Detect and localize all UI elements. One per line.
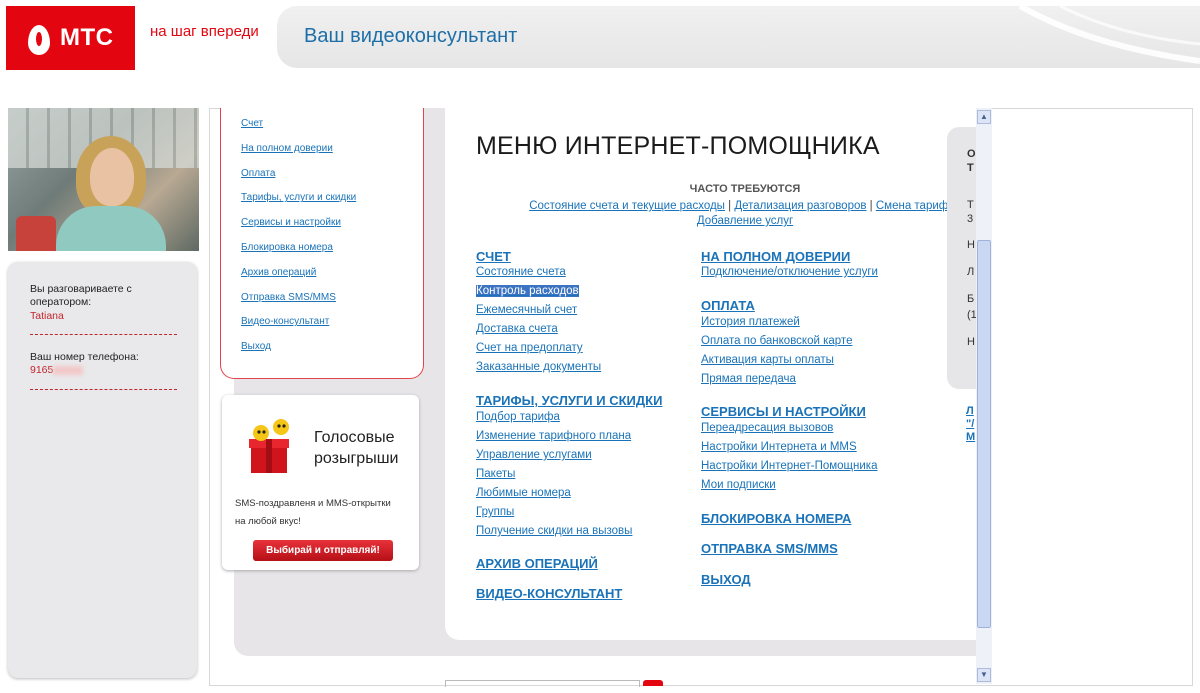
quick-link-details[interactable]: Детализация разговоров xyxy=(734,200,866,212)
menu-item[interactable]: Изменение тарифного плана xyxy=(476,430,662,449)
quick-link-tariff[interactable]: Смена тарифа xyxy=(876,200,955,212)
menu-item[interactable]: Оплата по банковской карте xyxy=(701,335,852,354)
mts-egg-icon xyxy=(28,25,50,55)
menu-item[interactable]: Получение скидки на вызовы xyxy=(476,525,662,544)
operator-label: Вы разговариваете с оператором: xyxy=(30,283,132,308)
menu-item[interactable]: Настройки Интернета и MMS xyxy=(701,441,877,460)
menu-item[interactable]: Состояние счета xyxy=(476,266,601,285)
menu-left-column-2: ТАРИФЫ, УСЛУГИ И СКИДКИ Подбор тарифа Из… xyxy=(476,393,662,544)
info-text: Т xyxy=(967,199,974,211)
promo-banner[interactable]: Голосовые розыгрыши SMS-поздравленя и MMS… xyxy=(222,395,419,570)
nav-item-block[interactable]: Блокировка номера xyxy=(241,242,333,253)
nav-item-video[interactable]: Видео-консультант xyxy=(241,316,329,327)
title-bar: Ваш видеоконсультант xyxy=(277,6,1200,68)
main-menu: МЕНЮ ИНТЕРНЕТ-ПОМОЩНИКА ЧАСТО ТРЕБУЮТСЯ … xyxy=(445,108,976,640)
info-panel: О Т Т 3 Н Л Б (1 Н xyxy=(947,127,976,389)
phone-number: 9165 xyxy=(30,364,84,376)
promo-text: SMS-поздравленя и MMS-открытки на любой в… xyxy=(235,498,391,527)
phone-label: Ваш номер телефона: xyxy=(30,351,139,363)
swoosh-decoration xyxy=(1018,6,1200,64)
menu-title: МЕНЮ ИНТЕРНЕТ-ПОМОЩНИКА xyxy=(476,132,880,160)
info-text: (1 xyxy=(967,309,976,321)
redacted-digits xyxy=(53,365,84,375)
info-text: Л xyxy=(967,266,975,278)
operator-panel: Вы разговариваете с оператором: Tatiana … xyxy=(8,262,197,678)
info-text: Н xyxy=(967,239,975,251)
vertical-scrollbar[interactable]: ▲ ▼ xyxy=(976,108,992,684)
side-navigation: Счет На полном доверии Оплата Тарифы, ус… xyxy=(220,108,424,379)
nav-item-sms[interactable]: Отправка SMS/MMS xyxy=(241,292,336,303)
menu-item[interactable]: Доставка счета xyxy=(476,323,601,342)
nav-item-tariffs[interactable]: Тарифы, услуги и скидки xyxy=(241,192,356,203)
menu-item[interactable]: Переадресация вызовов xyxy=(701,422,877,441)
gift-box-icon xyxy=(249,419,289,473)
menu-item[interactable]: Заказанные документы xyxy=(476,361,601,380)
divider xyxy=(30,389,177,390)
menu-item-selected[interactable]: Контроль расходов xyxy=(476,285,579,297)
quick-link-balance[interactable]: Состояние счета и текущие расходы xyxy=(529,200,725,212)
info-text: Т xyxy=(967,162,974,174)
divider xyxy=(30,334,177,335)
section-account[interactable]: СЧЕТ xyxy=(476,249,601,264)
menu-item[interactable]: Группы xyxy=(476,506,662,525)
promo-heading: Голосовые розыгрыши xyxy=(314,429,399,467)
menu-item[interactable]: Ежемесячный счет xyxy=(476,304,601,323)
section-archive[interactable]: АРХИВ ОПЕРАЦИЙ xyxy=(476,556,598,571)
section-trust[interactable]: НА ПОЛНОМ ДОВЕРИИ xyxy=(701,249,878,264)
bottom-button-edge xyxy=(643,680,663,686)
menu-item[interactable]: Мои подписки xyxy=(701,479,877,498)
scroll-down-icon[interactable]: ▼ xyxy=(977,668,991,682)
operator-name: Tatiana xyxy=(30,310,64,322)
section-tariffs[interactable]: ТАРИФЫ, УСЛУГИ И СКИДКИ xyxy=(476,393,662,408)
page-title: Ваш видеоконсультант xyxy=(304,25,518,47)
scroll-up-icon[interactable]: ▲ xyxy=(977,110,991,124)
section-video-consultant[interactable]: ВИДЕО-КОНСУЛЬТАНТ xyxy=(476,586,622,601)
menu-left-column: СЧЕТ Состояние счета Контроль расходов Е… xyxy=(476,249,601,380)
nav-item-trust[interactable]: На полном доверии xyxy=(241,143,333,154)
section-services[interactable]: СЕРВИСЫ И НАСТРОЙКИ xyxy=(701,404,877,419)
nav-item-account[interactable]: Счет xyxy=(241,118,263,129)
nav-item-services[interactable]: Сервисы и настройки xyxy=(241,217,341,228)
menu-item[interactable]: История платежей xyxy=(701,316,852,335)
section-exit[interactable]: ВЫХОД xyxy=(701,572,751,587)
info-text: О xyxy=(967,148,976,160)
menu-item[interactable]: Счет на предоплату xyxy=(476,342,601,361)
info-links[interactable]: Л "/ М xyxy=(966,405,976,444)
promo-send-button[interactable]: Выбирай и отправляй! xyxy=(253,540,393,561)
menu-item[interactable]: Подбор тарифа xyxy=(476,411,662,430)
quick-link-add-services[interactable]: Добавление услуг xyxy=(697,215,793,227)
section-payment[interactable]: ОПЛАТА xyxy=(701,298,852,313)
info-text: 3 xyxy=(967,213,974,225)
mts-logo[interactable]: МТС xyxy=(6,6,135,70)
section-sms[interactable]: ОТПРАВКА SMS/MMS xyxy=(701,541,838,556)
logo-text: МТС xyxy=(60,24,114,51)
menu-item[interactable]: Настройки Интернет-Помощника xyxy=(701,460,877,479)
info-text: Н xyxy=(967,336,975,348)
menu-item[interactable]: Пакеты xyxy=(476,468,662,487)
menu-item[interactable]: Управление услугами xyxy=(476,449,662,468)
nav-item-exit[interactable]: Выход xyxy=(241,341,271,352)
section-block[interactable]: БЛОКИРОВКА НОМЕРА xyxy=(701,511,851,526)
menu-item[interactable]: Подключение/отключение услуги xyxy=(701,266,878,285)
menu-item[interactable]: Активация карты оплаты xyxy=(701,354,852,373)
menu-item[interactable]: Любимые номера xyxy=(476,487,662,506)
video-feed xyxy=(8,108,199,251)
nav-item-archive[interactable]: Архив операций xyxy=(241,267,316,278)
menu-right-column: НА ПОЛНОМ ДОВЕРИИ Подключение/отключение… xyxy=(701,249,878,285)
info-text: Б xyxy=(967,293,975,305)
nav-item-payment[interactable]: Оплата xyxy=(241,168,275,179)
slogan: на шаг впереди xyxy=(150,23,259,40)
bottom-input-edge xyxy=(445,680,640,687)
menu-item[interactable]: Прямая передача xyxy=(701,373,852,392)
scrollbar-thumb[interactable] xyxy=(977,240,991,628)
